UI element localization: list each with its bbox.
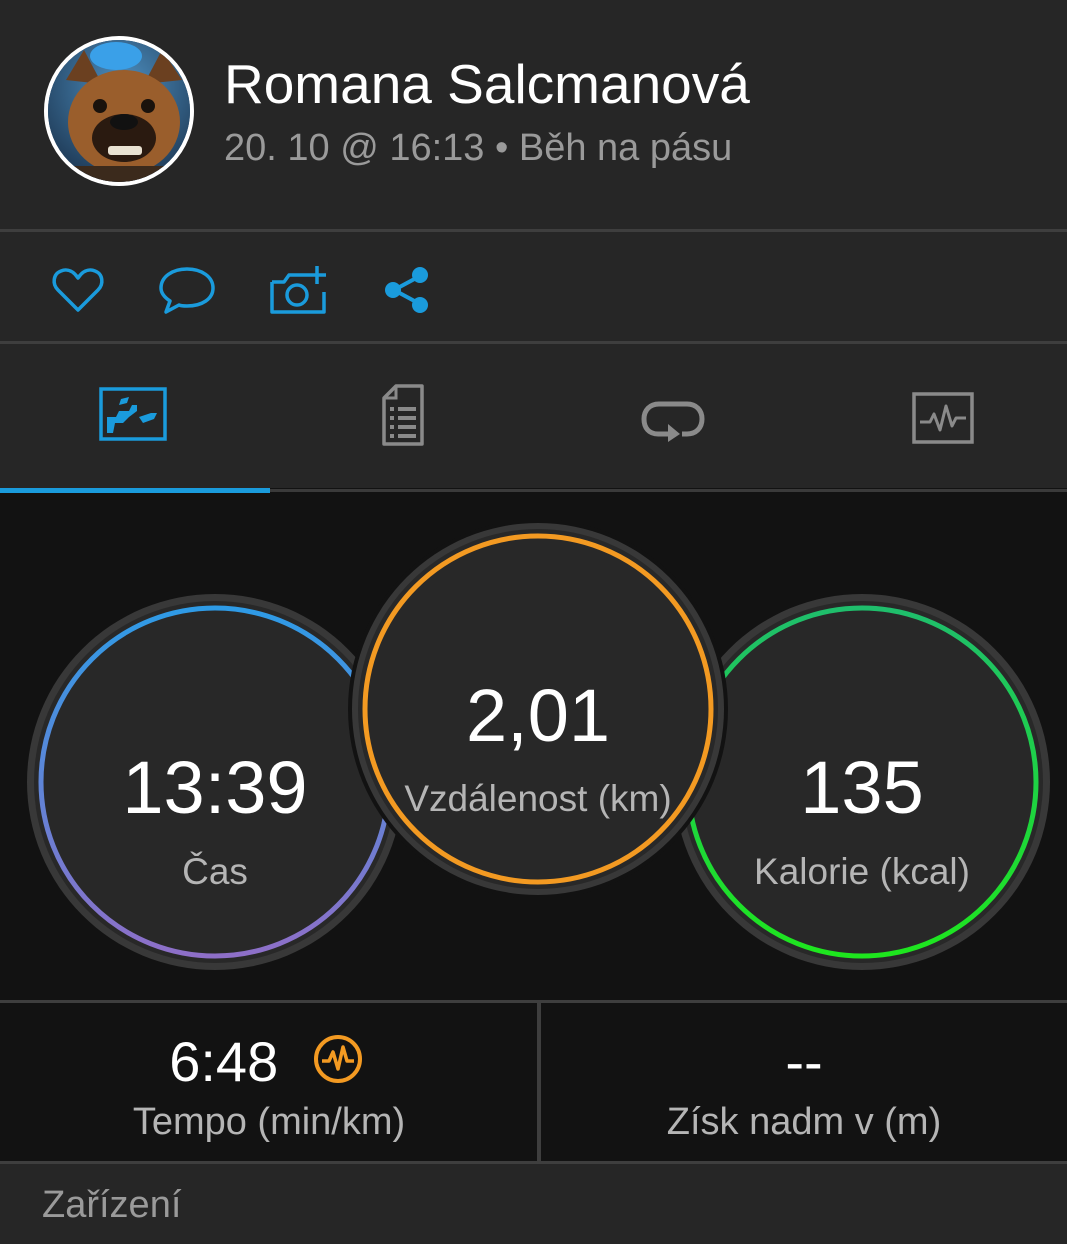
tab-underline <box>270 489 1067 492</box>
overview-chart-icon <box>99 387 167 441</box>
add-photo-button[interactable] <box>268 262 330 318</box>
subtitle-separator: • <box>495 127 509 169</box>
device-section-title: Zařízení <box>42 1184 182 1226</box>
calories-label: Kalorie (kcal) <box>754 851 970 892</box>
tab-laps[interactable] <box>540 344 806 488</box>
distance-value: 2,01 <box>465 674 611 757</box>
dog-avatar-image <box>48 40 190 182</box>
action-bar <box>0 232 1067 341</box>
summary-row: 6:48 Tempo (min/km) -- Získ nadm v (m) <box>0 1003 1067 1161</box>
stats-panel: 13:39 Čas 2,01 Vzdálenost (km) 135 Kalor… <box>0 493 1067 1000</box>
pace-cell[interactable]: 6:48 Tempo (min/km) <box>0 1003 538 1161</box>
elevation-label: Získ nadm v (m) <box>666 1101 942 1143</box>
pace-label: Tempo (min/km) <box>132 1101 406 1143</box>
user-name[interactable]: Romana Salcmanová <box>224 52 750 116</box>
time-value: 13:39 <box>122 746 308 829</box>
time-label: Čas <box>182 851 248 892</box>
activity-header: Romana Salcmanová 20. 10 @ 16:13 • Běh n… <box>0 0 1067 229</box>
pace-value: 6:48 <box>169 1030 279 1093</box>
tab-bar <box>0 344 1067 488</box>
calories-value: 135 <box>800 746 924 829</box>
comment-button[interactable] <box>158 262 215 318</box>
elevation-cell[interactable]: -- Získ nadm v (m) <box>541 1003 1067 1161</box>
pace-pulse-icon <box>313 1035 362 1084</box>
elevation-value: -- <box>785 1030 823 1093</box>
device-section[interactable]: Zařízení <box>0 1164 1067 1244</box>
tab-charts[interactable] <box>810 344 1067 488</box>
like-button[interactable] <box>50 262 106 318</box>
activity-type: Běh na pásu <box>518 127 733 169</box>
heart-rate-graph-icon <box>912 392 974 444</box>
camera-add-icon <box>270 266 326 314</box>
activity-datetime: 20. 10 @ 16:13 <box>224 127 485 169</box>
avatar[interactable] <box>44 36 194 186</box>
comment-icon <box>159 267 215 314</box>
share-icon <box>385 267 428 313</box>
heart-icon <box>52 268 104 312</box>
document-list-icon <box>382 384 424 446</box>
laps-loop-icon <box>641 401 705 442</box>
activity-subtitle: 20. 10 @ 16:13 • Běh na pásu <box>224 127 732 170</box>
tab-details[interactable] <box>270 344 536 488</box>
share-button[interactable] <box>380 262 436 318</box>
tab-overview[interactable] <box>0 344 266 488</box>
distance-label: Vzdálenost (km) <box>404 778 672 819</box>
pace-value-row: 6:48 <box>0 1029 538 1094</box>
